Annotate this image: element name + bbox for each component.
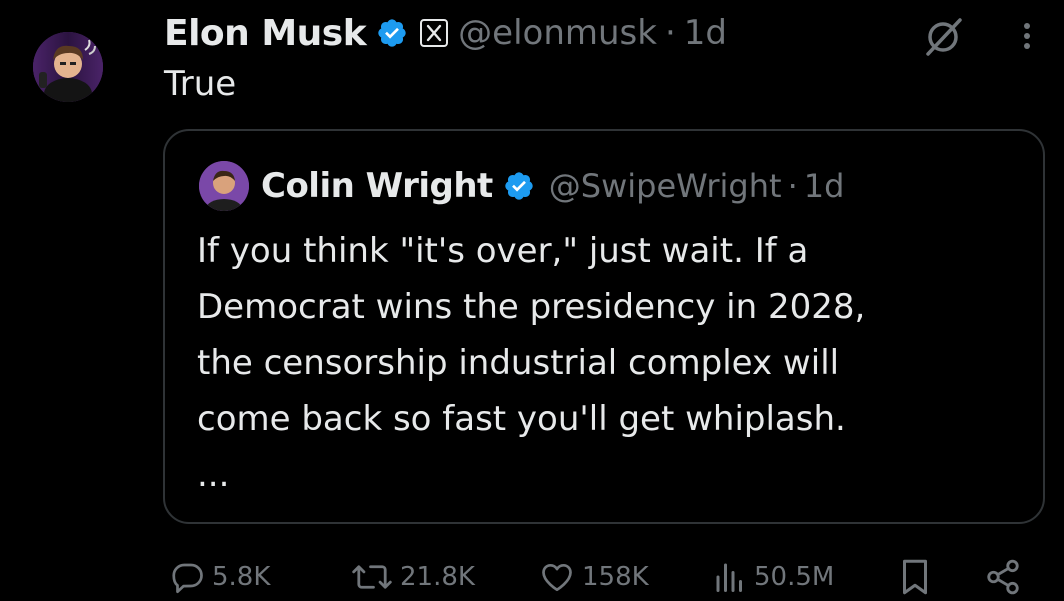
quoted-tweet-card[interactable]: Colin Wright @SwipeWright · 1d If you th…	[163, 129, 1045, 524]
bookmark-icon	[903, 559, 927, 595]
quoted-tweet-text: If you think "it's over," just wait. If …	[197, 223, 1017, 503]
repost-button[interactable]: 21.8K	[350, 553, 475, 601]
quoted-text-line: If you think "it's over," just wait. If …	[197, 231, 809, 271]
views-button[interactable]: 50.5M	[712, 553, 834, 601]
author-avatar[interactable]	[33, 32, 103, 102]
quoted-author-name: Colin Wright	[261, 166, 493, 206]
heart-icon	[542, 563, 572, 592]
share-button[interactable]	[984, 553, 1022, 601]
author-name[interactable]: Elon Musk	[164, 13, 367, 54]
separator-dot: ·	[787, 167, 798, 205]
quoted-tweet-time: 1d	[803, 167, 845, 205]
tweet-action-bar: 5.8K 21.8K 158K 50.5M	[0, 553, 1064, 601]
reply-icon	[172, 563, 203, 594]
verified-badge-icon[interactable]	[376, 17, 408, 49]
share-icon	[987, 559, 1019, 595]
tweet-time[interactable]: 1d	[684, 13, 727, 53]
tweet-header: Elon Musk @elonmusk · 1d	[164, 10, 727, 56]
separator-dot: ·	[664, 13, 676, 53]
x-logo-icon[interactable]	[420, 19, 449, 47]
quoted-author-handle: @SwipeWright	[548, 167, 782, 205]
quoted-text-line: the censorship industrial complex will	[197, 343, 840, 383]
views-count: 50.5M	[754, 562, 835, 592]
like-count: 158K	[582, 562, 649, 592]
more-vertical-icon[interactable]	[1012, 14, 1042, 58]
quoted-text-line: Democrat wins the presidency in 2028,	[197, 287, 866, 327]
verified-badge-icon	[503, 170, 535, 202]
grok-icon[interactable]	[922, 16, 964, 58]
author-handle[interactable]: @elonmusk	[458, 13, 657, 53]
like-button[interactable]: 158K	[538, 553, 649, 601]
quoted-tweet-header: Colin Wright @SwipeWright · 1d	[261, 161, 844, 211]
tweet-text: True	[164, 64, 237, 104]
repost-count: 21.8K	[400, 562, 475, 592]
views-icon	[716, 563, 742, 592]
quoted-text-ellipsis: ...	[197, 455, 230, 495]
repost-icon	[352, 565, 392, 589]
bookmark-button[interactable]	[897, 553, 933, 601]
quoted-author-avatar	[199, 161, 249, 211]
reply-count: 5.8K	[212, 562, 271, 592]
reply-button[interactable]: 5.8K	[170, 553, 270, 601]
quoted-text-line: come back so fast you'll get whiplash.	[197, 399, 846, 439]
